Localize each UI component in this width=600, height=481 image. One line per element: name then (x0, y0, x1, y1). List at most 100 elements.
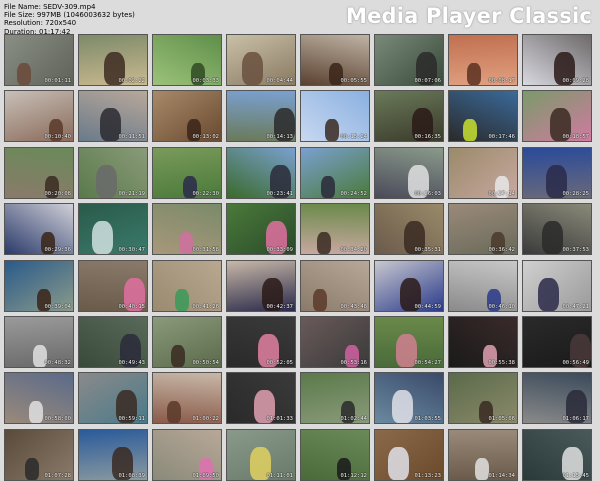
video-thumbnail: 00:21:19 (78, 146, 148, 199)
thumbnail-timestamp: 00:41:26 (192, 303, 220, 310)
thumbnail-timestamp: 01:03:55 (414, 416, 442, 423)
video-thumbnail: 00:44:59 (374, 259, 444, 312)
thumbnail-timestamp: 00:13:02 (192, 134, 220, 141)
video-thumbnail: 01:00:22 (152, 372, 222, 425)
thumbnail-timestamp: 01:08:39 (118, 472, 146, 479)
thumbnail-timestamp: 00:53:16 (340, 360, 368, 366)
video-thumbnail: 00:27:14 (448, 146, 518, 199)
thumbnail-timestamp: 00:54:27 (414, 360, 442, 366)
thumbnail-timestamp: 00:42:37 (266, 303, 294, 310)
thumbnail-timestamp: 00:58:00 (44, 416, 72, 423)
scene-figure (388, 446, 409, 480)
resolution: Resolution: 720x540 (4, 19, 77, 28)
thumbnail-timestamp: 01:01:33 (266, 416, 294, 423)
video-thumbnail: 00:20:08 (4, 146, 74, 199)
thumbnail-timestamp: 00:27:14 (488, 190, 516, 197)
video-thumbnail: 00:04:44 (226, 34, 296, 86)
video-thumbnail: 01:09:50 (152, 428, 222, 481)
video-thumbnail: 00:08:17 (448, 34, 518, 86)
scene-figure (92, 221, 113, 255)
video-thumbnail: 00:39:04 (4, 259, 74, 312)
video-thumbnail: 01:03:55 (374, 372, 444, 425)
scene-figure (325, 119, 339, 142)
video-thumbnail: 00:54:27 (374, 316, 444, 368)
video-thumbnail: 00:41:26 (152, 259, 222, 312)
thumbnail-timestamp: 00:26:03 (414, 190, 442, 197)
thumbnail-timestamp: 01:02:44 (340, 416, 368, 423)
thumbnail-timestamp: 00:33:09 (266, 247, 294, 254)
brand-title: Media Player Classic (346, 4, 592, 28)
thumbnail-timestamp: 00:35:31 (414, 247, 442, 254)
video-thumbnail: 00:37:53 (522, 203, 592, 256)
thumbnail-timestamp: 01:12:12 (340, 472, 368, 479)
video-thumbnail: 01:11:01 (226, 428, 296, 481)
video-thumbnail: 00:47:21 (522, 259, 592, 312)
thumbnail-timestamp: 00:22:30 (192, 190, 220, 197)
video-thumbnail: 00:35:31 (374, 203, 444, 256)
video-thumbnail: 00:29:36 (4, 203, 74, 256)
video-thumbnail: 00:11:51 (78, 90, 148, 143)
thumbnail-timestamp: 00:49:43 (118, 360, 146, 366)
video-thumbnail: 01:07:28 (4, 428, 74, 481)
video-thumbnail: 00:23:41 (226, 146, 296, 199)
video-thumbnail: 00:28:25 (522, 146, 592, 199)
thumbnail-timestamp: 00:44:59 (414, 303, 442, 310)
scene-figure (179, 232, 193, 255)
video-thumbnail: 00:40:15 (78, 259, 148, 312)
scene-figure (392, 390, 413, 424)
video-thumbnail: 00:14:13 (226, 90, 296, 143)
video-thumbnail: 01:15:45 (522, 428, 592, 481)
file-name: File Name: SEDV-309.mp4 (4, 3, 96, 11)
scene-figure (242, 52, 263, 85)
video-thumbnail: 01:14:34 (448, 428, 518, 481)
scene-figure (171, 345, 185, 367)
thumbnail-timestamp: 00:48:32 (44, 360, 72, 366)
video-thumbnail: 00:58:00 (4, 372, 74, 425)
video-thumbnail: 00:30:47 (78, 203, 148, 256)
thumbnail-timestamp: 00:29:36 (44, 247, 72, 254)
thumbnail-timestamp: 01:07:28 (44, 472, 72, 479)
video-thumbnail: 00:43:48 (300, 259, 370, 312)
video-thumbnail: 00:36:42 (448, 203, 518, 256)
scene-figure (467, 63, 481, 85)
thumbnail-timestamp: 00:31:58 (192, 247, 220, 254)
video-thumbnail: 00:01:11 (4, 34, 74, 86)
video-thumbnail: 00:10:40 (4, 90, 74, 143)
scene-figure (175, 288, 189, 311)
thumbnail-timestamp: 00:03:33 (192, 78, 220, 84)
scene-figure (321, 175, 335, 198)
video-thumbnail: 00:46:10 (448, 259, 518, 312)
video-thumbnail: 01:12:12 (300, 428, 370, 481)
thumbnail-timestamp: 00:07:06 (414, 78, 442, 84)
thumbnail-timestamp: 00:23:41 (266, 190, 294, 197)
thumbnail-timestamp: 00:17:46 (488, 134, 516, 141)
scene-figure (542, 221, 563, 255)
thumbnail-timestamp: 00:28:25 (562, 190, 590, 197)
scene-figure (96, 164, 117, 198)
thumbnail-timestamp: 00:21:19 (118, 190, 146, 197)
video-thumbnail: 00:48:32 (4, 316, 74, 368)
file-info: File Name: SEDV-309.mp4 File Size: 997MB… (4, 3, 135, 36)
video-thumbnail: 01:02:44 (300, 372, 370, 425)
thumbnail-timestamp: 00:30:47 (118, 247, 146, 254)
video-thumbnail: 00:33:09 (226, 203, 296, 256)
thumbnail-timestamp: 00:01:11 (44, 78, 72, 84)
scene-figure (17, 63, 31, 85)
video-thumbnail: 00:49:43 (78, 316, 148, 368)
video-thumbnail: 00:31:58 (152, 203, 222, 256)
scene-figure (29, 401, 43, 424)
video-thumbnail: 00:22:30 (152, 146, 222, 199)
scene-figure (313, 288, 327, 311)
scene-figure (463, 119, 477, 142)
video-thumbnail: 01:06:17 (522, 372, 592, 425)
scene-figure (25, 457, 39, 480)
thumbnail-timestamp: 00:10:40 (44, 134, 72, 141)
scene-figure (167, 401, 181, 424)
thumbnail-timestamp: 00:02:22 (118, 78, 146, 84)
video-thumbnail: 00:15:24 (300, 90, 370, 143)
thumbnail-timestamp: 00:36:42 (488, 247, 516, 254)
video-thumbnail: 00:34:20 (300, 203, 370, 256)
thumbnail-timestamp: 00:04:44 (266, 78, 294, 84)
video-thumbnail: 00:42:37 (226, 259, 296, 312)
thumbnail-timestamp: 00:05:55 (340, 78, 368, 84)
